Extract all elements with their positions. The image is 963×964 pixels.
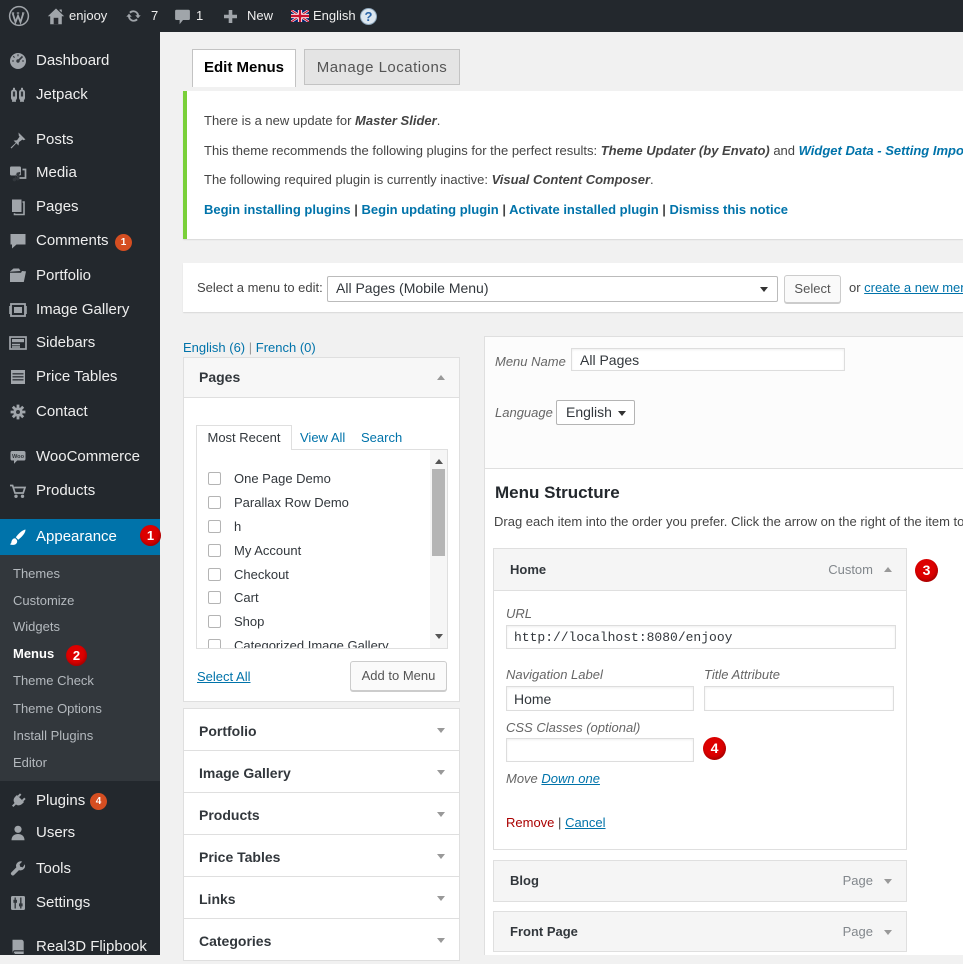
svg-text:?: ? xyxy=(365,9,373,24)
svg-text:Woo: Woo xyxy=(12,454,25,460)
